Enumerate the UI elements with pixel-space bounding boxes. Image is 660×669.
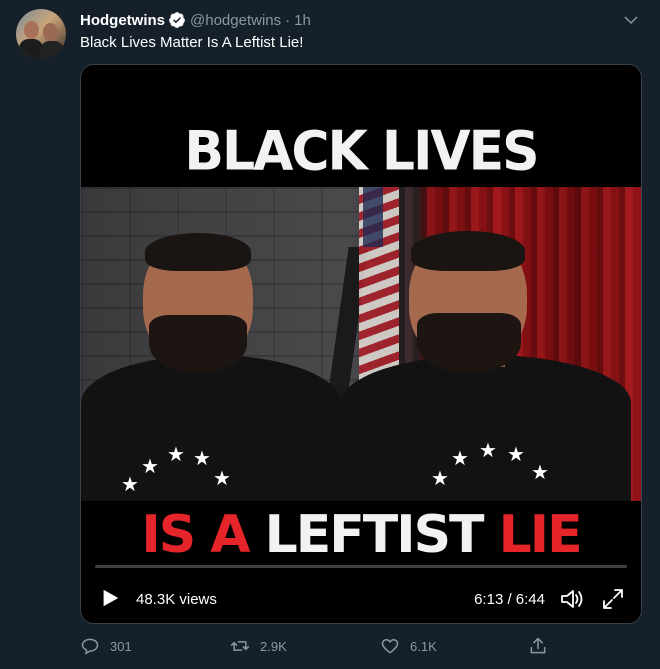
reply-count: 301 [110,638,132,654]
avatar[interactable] [16,9,66,59]
like-action[interactable]: 6.1K [380,636,437,656]
heart-icon[interactable] [380,636,400,656]
like-count: 6.1K [410,638,437,654]
video-scene: ★ ★ ★ ★ ★ ★ ★ ★ ★ ★ [81,187,641,501]
tweet-text: Black Lives Matter Is A Leftist Lie! [80,34,304,51]
video-frame[interactable]: BLACK LIVES MATTER ★ ★ ★ ★ [81,65,641,623]
person-left: ★ ★ ★ ★ ★ [81,187,361,501]
caption-bottom-part-2: LEFTIST [264,505,485,565]
volume-icon[interactable] [559,587,585,611]
tweet-actions: 301 2.9K 6.1K [80,636,560,656]
fullscreen-icon[interactable] [601,587,625,611]
caption-bottom-part-3: LIE [498,505,583,565]
video-player[interactable]: BLACK LIVES MATTER ★ ★ ★ ★ [80,64,642,624]
author-handle[interactable]: @hodgetwins [190,12,281,29]
timestamp[interactable]: 1h [294,12,311,29]
video-timecode: 6:13 / 6:44 [474,591,545,608]
retweet-icon[interactable] [230,636,250,656]
chevron-down-icon[interactable] [622,11,640,29]
caption-bottom: IS A LEFTIST LIE [81,505,641,565]
author-name[interactable]: Hodgetwins [80,12,165,29]
separator-dot: · [285,11,291,29]
video-controls: 48.3K views 6:13 / 6:44 [81,565,641,623]
reply-action[interactable]: 301 [80,636,132,656]
share-action[interactable] [528,636,548,656]
tweet-header: Hodgetwins @hodgetwins · 1h [80,10,311,30]
person-right: ★ ★ ★ ★ ★ [331,187,641,501]
retweet-action[interactable]: 2.9K [230,636,287,656]
tweet[interactable]: Hodgetwins @hodgetwins · 1h Black Lives … [0,0,660,669]
reply-icon[interactable] [80,636,100,656]
view-count: 48.3K views [136,591,217,608]
share-icon[interactable] [528,636,548,656]
verified-badge-icon [169,12,185,28]
retweet-count: 2.9K [260,638,287,654]
video-progress-bar[interactable] [95,565,627,568]
play-icon[interactable] [99,587,121,609]
caption-bottom-part-1: IS A [141,505,250,565]
